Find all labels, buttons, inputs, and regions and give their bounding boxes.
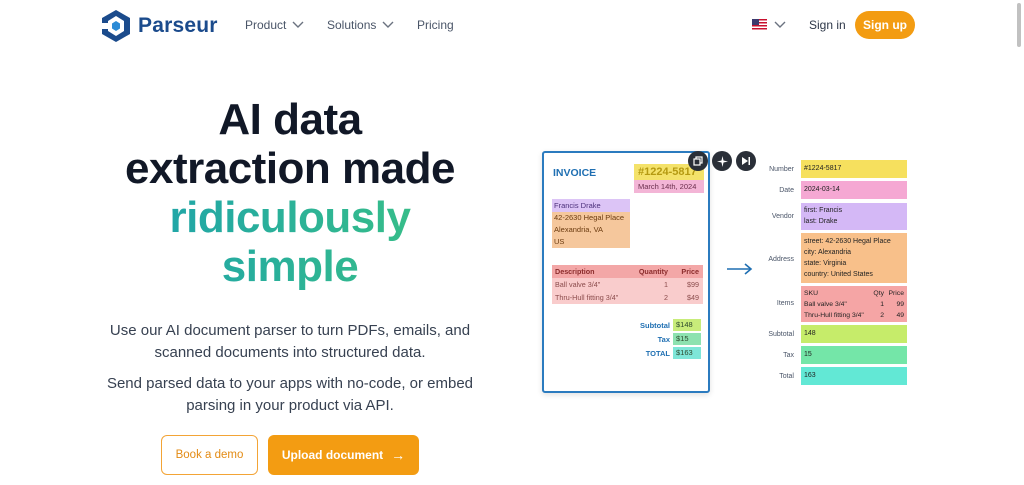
invoice-subtotal: Subtotal $148: [640, 319, 701, 331]
table-row: Thru-Hull fitting 3/4" 2 $49: [552, 291, 703, 304]
upload-document-button[interactable]: Upload document →: [268, 435, 419, 475]
address-state: state: Virginia: [804, 260, 847, 267]
invoice-illustration: INVOICE #1224-5817 March 14th, 2024 Fran…: [542, 151, 710, 393]
table-header-cell: Price: [681, 267, 699, 276]
field-label-subtotal: Subtotal: [768, 331, 794, 338]
book-demo-button[interactable]: Book a demo: [161, 435, 258, 475]
field-label-address: Address: [768, 256, 794, 263]
arrow-right-icon: [727, 263, 753, 275]
field-label-tax: Tax: [783, 352, 794, 359]
hero-title-highlight: simple: [90, 242, 490, 291]
items-cell: Thru-Hull fitting 3/4": [804, 312, 864, 319]
items-cell: 2: [880, 312, 884, 319]
field-label-number: Number: [769, 166, 794, 173]
field-value-subtotal: 148: [801, 325, 907, 343]
hero-title-line: extraction made: [125, 144, 455, 193]
scrollbar[interactable]: [1017, 3, 1021, 47]
invoice-tax-label: Tax: [657, 334, 670, 344]
invoice-title: INVOICE: [553, 167, 597, 179]
invoice-address: 42-2630 Hegal Place Alexandria, VA US: [552, 212, 630, 248]
field-value-number: #1224-5817: [801, 160, 907, 178]
copy-icon[interactable]: [688, 151, 708, 171]
nav-solutions[interactable]: Solutions: [327, 18, 394, 32]
address-city: city: Alexandria: [804, 249, 852, 256]
field-label-date: Date: [779, 187, 794, 194]
items-header-cell: Price: [888, 290, 905, 297]
chevron-down-icon: [382, 21, 394, 28]
address-street: street: 42-2630 Hegal Place: [804, 238, 891, 245]
table-cell: 1: [664, 280, 668, 289]
invoice-address-line: 42-2630 Hegal Place: [554, 213, 625, 222]
address-country: country: United States: [804, 271, 873, 278]
chevron-down-icon[interactable]: [774, 21, 786, 29]
nav-solutions-label: Solutions: [327, 18, 377, 32]
items-cell: Ball valve 3/4": [804, 301, 847, 308]
invoice-subtotal-value: $148: [673, 319, 701, 331]
table-cell: 2: [664, 293, 668, 302]
parseur-logo-icon: [102, 10, 130, 42]
field-value-date: 2024-03-14: [801, 181, 907, 199]
field-value-address: street: 42-2630 Hegal Place city: Alexan…: [801, 233, 907, 283]
hero-title-highlight: ridiculously: [90, 193, 490, 242]
invoice-action-icons: [688, 151, 760, 171]
field-label-vendor: Vendor: [771, 213, 794, 220]
field-value-vendor: first: Francis last: Drake: [801, 203, 907, 230]
signin-link[interactable]: Sign in: [809, 18, 846, 32]
field-value-total: 163: [801, 367, 907, 385]
hero-title-line: AI data: [218, 95, 362, 144]
brand-name: Parseur: [138, 14, 218, 37]
sparkle-icon[interactable]: [712, 151, 732, 171]
invoice-tax-value: $15: [673, 333, 701, 345]
field-label-total: Total: [779, 373, 794, 380]
field-label-items: Items: [776, 300, 794, 307]
invoice-subtotal-label: Subtotal: [640, 320, 670, 330]
top-navigation: Parseur Product Solutions Pricing Sign i…: [0, 0, 1024, 52]
hero-subtitle-secondary: Send parsed data to your apps with no-co…: [106, 375, 474, 414]
nav-product-label: Product: [245, 18, 287, 32]
invoice-total: TOTAL $163: [646, 347, 701, 359]
items-header-cell: Qty: [873, 290, 884, 297]
nav-product[interactable]: Product: [245, 18, 304, 32]
table-header-row: Description Quantity Price: [552, 265, 703, 278]
vendor-first: first: Francis: [804, 207, 843, 214]
invoice-address-line: Alexandria, VA: [554, 225, 604, 234]
signup-button[interactable]: Sign up: [855, 11, 915, 39]
hero-title: AI data extraction made ridiculously sim…: [90, 95, 490, 291]
invoice-total-value: $163: [673, 347, 701, 359]
skip-icon[interactable]: [736, 151, 756, 171]
items-row: Thru-Hull fitting 3/4" 2 49: [804, 310, 907, 321]
table-cell: Ball valve 3/4": [555, 280, 601, 289]
items-header-row: SKU Qty Price: [804, 288, 907, 299]
upload-document-label: Upload document: [281, 448, 384, 462]
table-row: Ball valve 3/4" 1 $99: [552, 278, 703, 291]
field-value-items: SKU Qty Price Ball valve 3/4" 1 99 Thru-…: [801, 286, 907, 322]
brand-logo[interactable]: Parseur: [100, 9, 218, 43]
invoice-total-label: TOTAL: [645, 348, 670, 358]
table-cell: Thru-Hull fitting 3/4": [555, 293, 619, 302]
chevron-down-icon: [292, 21, 304, 28]
page: Parseur Product Solutions Pricing Sign i…: [0, 0, 1024, 485]
items-cell: 1: [880, 301, 884, 308]
us-flag-icon[interactable]: [752, 19, 767, 30]
table-cell: $49: [687, 293, 699, 302]
field-value-tax: 15: [801, 346, 907, 364]
invoice-address-line: US: [554, 237, 565, 246]
table-cell: $99: [687, 280, 699, 289]
table-header-cell: Description: [555, 267, 595, 276]
invoice-items-table: Description Quantity Price Ball valve 3/…: [552, 265, 703, 304]
nav-pricing-label: Pricing: [417, 18, 454, 32]
items-header-cell: SKU: [804, 290, 818, 297]
items-cell: 49: [896, 312, 904, 319]
invoice-date: March 14th, 2024: [634, 180, 704, 193]
invoice-tax: Tax $15: [658, 333, 701, 345]
items-row: Ball valve 3/4" 1 99: [804, 299, 907, 310]
items-cell: 99: [896, 301, 904, 308]
table-header-cell: Quantity: [638, 267, 668, 276]
hero-subtitle: Use our AI document parser to turn PDFs,…: [109, 322, 471, 361]
vendor-last: last: Drake: [804, 217, 838, 225]
invoice-vendor-name: Francis Drake: [552, 199, 630, 212]
arrow-right-icon: →: [391, 447, 406, 463]
nav-pricing[interactable]: Pricing: [417, 18, 454, 32]
